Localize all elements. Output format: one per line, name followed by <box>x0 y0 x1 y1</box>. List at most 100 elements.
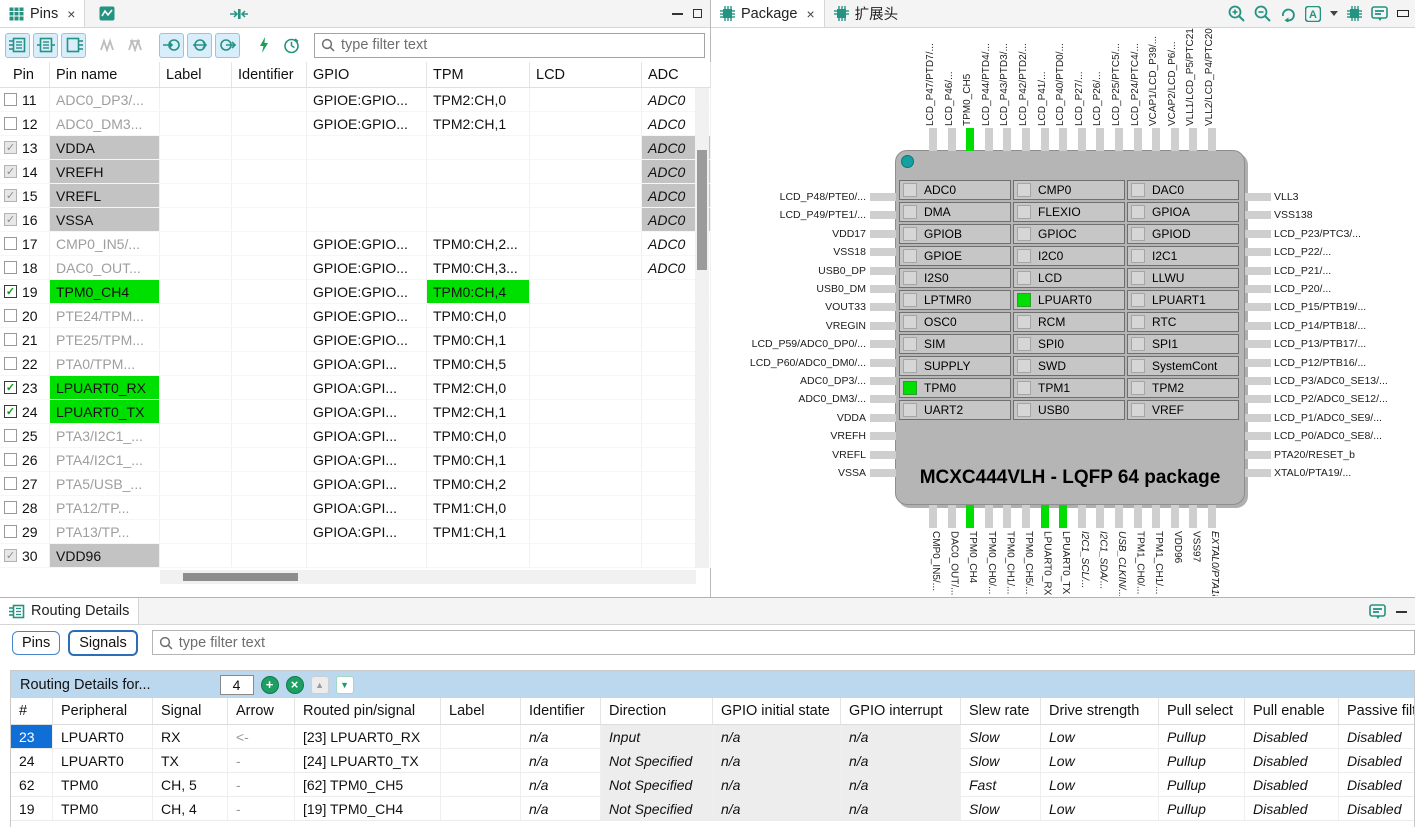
package-pin[interactable] <box>870 340 896 348</box>
package-pin[interactable] <box>985 505 993 528</box>
label-cell[interactable] <box>160 448 232 472</box>
pin-name-cell[interactable]: PTA5/USB_... <box>50 472 160 496</box>
peripheral-box-swd[interactable]: SWD <box>1013 356 1125 376</box>
package-pin[interactable] <box>1189 128 1197 151</box>
routing-gpio-interrupt-cell[interactable]: n/a <box>841 797 961 821</box>
tpm-cell[interactable] <box>427 544 530 568</box>
label-cell[interactable] <box>160 208 232 232</box>
package-pin[interactable] <box>929 128 937 151</box>
routing-gpio-initial-cell[interactable]: n/a <box>713 773 841 797</box>
peripheral-box-gpioe[interactable]: GPIOE <box>899 246 1011 266</box>
package-pin[interactable] <box>1134 505 1142 528</box>
routing-pull-select-cell[interactable]: Pullup <box>1159 773 1245 797</box>
routing-pull-enable-cell[interactable]: Disabled <box>1245 725 1339 749</box>
package-pin[interactable] <box>1078 128 1086 151</box>
identifier-cell[interactable] <box>232 400 307 424</box>
package-view-button[interactable] <box>61 33 86 58</box>
routing-arrow-cell[interactable]: - <box>228 773 295 797</box>
package-pin[interactable] <box>1245 248 1271 256</box>
package-pin[interactable] <box>1041 128 1049 151</box>
pins-left-view-button[interactable] <box>5 33 30 58</box>
lcd-cell[interactable] <box>530 400 642 424</box>
tab-package[interactable]: Package × <box>711 0 825 27</box>
timer-button[interactable] <box>279 33 304 58</box>
package-pin[interactable] <box>1189 505 1197 528</box>
peripheral-box-systemcont[interactable]: SystemCont <box>1127 356 1239 376</box>
wave-bars-button[interactable] <box>123 33 148 58</box>
routing-pins-button[interactable]: Pins <box>12 631 60 655</box>
package-pin[interactable] <box>870 285 896 293</box>
output-routed-button[interactable] <box>215 33 240 58</box>
tpm-cell[interactable] <box>427 160 530 184</box>
table-row[interactable]: 27PTA5/USB_...GPIOA:GPI...TPM0:CH,2 <box>0 472 711 496</box>
package-pin[interactable] <box>870 248 896 256</box>
package-pin[interactable] <box>1115 128 1123 151</box>
gpio-cell[interactable]: GPIOE:GPIO... <box>307 256 427 280</box>
pin-checkbox[interactable]: ✓ <box>4 141 17 154</box>
up-icon[interactable]: ▲ <box>311 676 329 694</box>
routing-column-header-slew-rate[interactable]: Slew rate <box>961 698 1041 724</box>
routing-direction-cell[interactable]: Input <box>601 725 713 749</box>
routing-filter-input[interactable] <box>179 635 1408 651</box>
package-pin[interactable] <box>1134 128 1142 151</box>
label-cell[interactable] <box>160 544 232 568</box>
label-cell[interactable] <box>160 424 232 448</box>
table-row[interactable]: 29PTA13/TP...GPIOA:GPI...TPM1:CH,1 <box>0 520 711 544</box>
column-header-identifier[interactable]: Identifier <box>232 62 307 87</box>
label-cell[interactable] <box>160 280 232 304</box>
tpm-cell[interactable]: TPM0:CH,4 <box>427 280 530 304</box>
routing-label-cell[interactable] <box>441 797 521 821</box>
pins-filter-input[interactable] <box>341 37 698 53</box>
pin-checkbox[interactable]: ✓ <box>4 213 17 226</box>
table-row[interactable]: 28PTA12/TP...GPIOA:GPI...TPM1:CH,0 <box>0 496 711 520</box>
package-pin[interactable] <box>1245 432 1271 440</box>
routing-gpio-initial-cell[interactable]: n/a <box>713 725 841 749</box>
pins-vertical-scrollbar[interactable] <box>695 88 709 568</box>
table-row[interactable]: ✓30VDD96 <box>0 544 711 568</box>
tpm-cell[interactable]: TPM2:CH,1 <box>427 400 530 424</box>
identifier-cell[interactable] <box>232 184 307 208</box>
peripheral-box-rtc[interactable]: RTC <box>1127 312 1239 332</box>
package-pin[interactable] <box>1059 128 1067 151</box>
column-header-tpm[interactable]: TPM <box>427 62 530 87</box>
tpm-cell[interactable]: TPM1:CH,1 <box>427 520 530 544</box>
package-pin[interactable] <box>1171 128 1179 151</box>
routing-column-header-label[interactable]: Label <box>441 698 521 724</box>
table-row[interactable]: 26PTA4/I2C1_...GPIOA:GPI...TPM0:CH,1 <box>0 448 711 472</box>
pin-checkbox[interactable]: ✓ <box>4 189 17 202</box>
peripheral-box-osc0[interactable]: OSC0 <box>899 312 1011 332</box>
wave-button[interactable] <box>95 33 120 58</box>
gpio-cell[interactable]: GPIOA:GPI... <box>307 496 427 520</box>
gpio-cell[interactable]: GPIOA:GPI... <box>307 424 427 448</box>
peripheral-box-gpiob[interactable]: GPIOB <box>899 224 1011 244</box>
package-pin[interactable] <box>966 505 974 528</box>
column-header-lcd[interactable]: LCD <box>530 62 642 87</box>
maximize-icon[interactable] <box>693 9 702 18</box>
label-cell[interactable] <box>160 520 232 544</box>
package-pin[interactable] <box>1245 322 1271 330</box>
tab-collapsed-view[interactable] <box>221 0 257 27</box>
lcd-cell[interactable] <box>530 496 642 520</box>
package-pin[interactable] <box>1059 505 1067 528</box>
column-header-pin-name[interactable]: Pin name <box>50 62 160 87</box>
lcd-cell[interactable] <box>530 520 642 544</box>
routing-signal-cell[interactable]: RX <box>153 725 228 749</box>
label-cell[interactable] <box>160 160 232 184</box>
routing-drive-strength-cell[interactable]: Low <box>1041 749 1159 773</box>
peripheral-box-dma[interactable]: DMA <box>899 202 1011 222</box>
peripheral-box-usb0[interactable]: USB0 <box>1013 400 1125 420</box>
routing-passive-filter-cell[interactable]: Disabled <box>1339 773 1415 797</box>
routing-column-header-peripheral[interactable]: Peripheral <box>53 698 153 724</box>
tpm-cell[interactable]: TPM0:CH,1 <box>427 328 530 352</box>
routing-column-header-identifier[interactable]: Identifier <box>521 698 601 724</box>
peripheral-box-vref[interactable]: VREF <box>1127 400 1239 420</box>
pin-checkbox[interactable] <box>4 333 17 346</box>
routing-column-header-pull-enable[interactable]: Pull enable <box>1245 698 1339 724</box>
package-pin[interactable] <box>1041 505 1049 528</box>
routing-label-cell[interactable] <box>441 773 521 797</box>
package-pin[interactable] <box>1115 505 1123 528</box>
lcd-cell[interactable] <box>530 304 642 328</box>
routing-gpio-interrupt-cell[interactable]: n/a <box>841 725 961 749</box>
routing-peripheral-cell[interactable]: LPUART0 <box>53 725 153 749</box>
routing-signals-button[interactable]: Signals <box>68 630 138 656</box>
